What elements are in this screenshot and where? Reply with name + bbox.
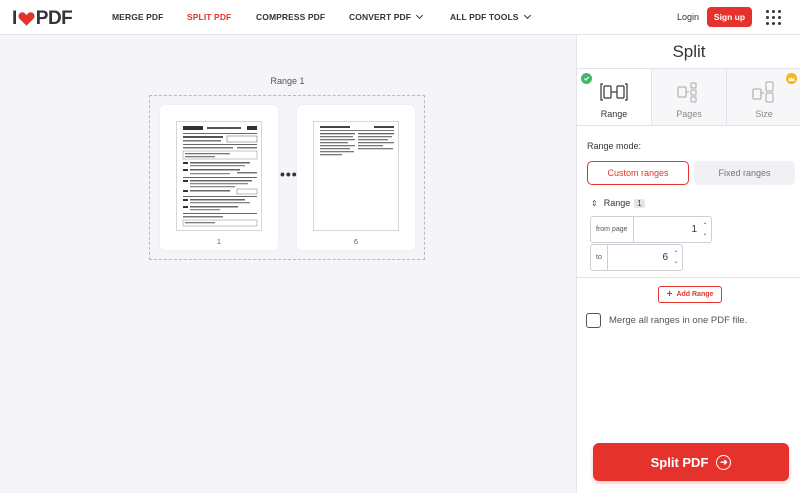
range-mode-label: Range mode: bbox=[587, 141, 642, 151]
to-page-field[interactable]: to 6 ⌃ ⌄ bbox=[590, 244, 683, 271]
nav-all-pdf-tools[interactable]: ALL PDF TOOLS bbox=[450, 11, 531, 22]
page-thumbnail bbox=[176, 121, 262, 231]
tab-pages-label: Pages bbox=[676, 109, 702, 119]
add-range-button[interactable]: + Add Range bbox=[658, 286, 722, 303]
from-page-label: from page bbox=[591, 217, 634, 242]
nav-split-pdf-label: SPLIT PDF bbox=[187, 12, 232, 22]
logo-text: PDF bbox=[35, 8, 73, 29]
range-title: Range 1 bbox=[270, 76, 305, 86]
page-card-first[interactable]: 1 bbox=[160, 105, 278, 250]
nav-all-pdf-tools-label: ALL PDF TOOLS bbox=[450, 12, 519, 22]
arrow-right-circle-icon: ➜ bbox=[716, 454, 732, 470]
to-page-label: to bbox=[591, 245, 608, 270]
divider bbox=[577, 277, 800, 278]
split-pdf-button[interactable]: Split PDF ➜ bbox=[593, 443, 789, 481]
from-page-field[interactable]: from page 1 ⌃ ⌄ bbox=[590, 216, 712, 243]
nav-merge-pdf-label: MERGE PDF bbox=[112, 12, 164, 22]
split-pdf-label: Split PDF bbox=[650, 454, 709, 470]
from-page-value[interactable]: 1 bbox=[634, 217, 701, 242]
stepper-icon[interactable]: ⌃ ⌄ bbox=[672, 245, 682, 270]
range-index-badge: 1 bbox=[634, 198, 645, 208]
logo-i-letter: I bbox=[12, 8, 17, 29]
nav-compress-pdf-label: COMPRESS PDF bbox=[256, 12, 326, 22]
page-number: 6 bbox=[353, 237, 359, 246]
sidebar-title: Split bbox=[672, 42, 706, 61]
tab-range[interactable]: Range bbox=[577, 69, 652, 125]
custom-ranges-button[interactable]: Custom ranges bbox=[587, 161, 689, 185]
heart-icon bbox=[18, 12, 35, 26]
page-card-last[interactable]: 6 bbox=[297, 105, 415, 250]
chevron-down-icon bbox=[415, 11, 424, 20]
nav-convert-pdf-label: CONVERT PDF bbox=[349, 12, 412, 22]
tab-size-label: Size bbox=[755, 109, 773, 119]
merge-ranges-option[interactable]: Merge all ranges in one PDF file. bbox=[586, 313, 747, 328]
check-icon bbox=[581, 73, 592, 84]
nav-split-pdf[interactable]: SPLIT PDF bbox=[187, 12, 231, 22]
signup-button[interactable]: Sign up bbox=[707, 7, 752, 27]
fixed-ranges-button[interactable]: Fixed ranges bbox=[694, 161, 795, 185]
page-number: 1 bbox=[216, 237, 222, 246]
page-thumbnail bbox=[313, 121, 399, 231]
merge-ranges-checkbox[interactable] bbox=[586, 313, 601, 328]
range-group: 1 ••• 6 bbox=[149, 95, 425, 260]
nav-merge-pdf[interactable]: MERGE PDF bbox=[112, 12, 163, 22]
crown-icon bbox=[786, 73, 797, 84]
stepper-icon[interactable]: ⌃ ⌄ bbox=[701, 217, 711, 242]
split-mode-tabs: Range Pages Size bbox=[577, 68, 800, 126]
plus-icon: + bbox=[666, 289, 673, 300]
range-header[interactable]: ⇕ Range 1 bbox=[591, 198, 645, 208]
collapse-toggle-icon[interactable]: ⇕ bbox=[591, 199, 598, 208]
ellipsis-separator: ••• bbox=[280, 166, 298, 182]
split-options-sidebar: Split Range Pages Size Range mode: Custo… bbox=[576, 35, 800, 493]
document-preview-icon bbox=[182, 126, 258, 227]
preview-workspace: Range 1 1 ••• 6 bbox=[0, 36, 576, 493]
login-link[interactable]: Login bbox=[677, 12, 699, 22]
add-range-label: Add Range bbox=[676, 291, 714, 298]
tab-range-label: Range bbox=[600, 109, 628, 119]
document-preview-icon bbox=[320, 126, 394, 156]
merge-ranges-label[interactable]: Merge all ranges in one PDF file. bbox=[609, 315, 747, 326]
apps-grid-icon[interactable] bbox=[766, 10, 781, 25]
range-label: Range bbox=[603, 198, 631, 208]
ilovepdf-logo[interactable]: I PDF bbox=[12, 8, 73, 30]
range-split-icon bbox=[600, 83, 628, 101]
tab-pages[interactable]: Pages bbox=[652, 69, 727, 125]
to-page-value[interactable]: 6 bbox=[608, 245, 672, 270]
size-split-icon bbox=[752, 81, 774, 103]
top-header: I PDF MERGE PDF SPLIT PDF COMPRESS PDF C… bbox=[0, 0, 800, 35]
nav-compress-pdf[interactable]: COMPRESS PDF bbox=[256, 12, 325, 22]
nav-convert-pdf[interactable]: CONVERT PDF bbox=[349, 11, 424, 22]
chevron-down-icon bbox=[523, 11, 531, 20]
tab-size[interactable]: Size bbox=[727, 69, 800, 125]
pages-split-icon bbox=[677, 82, 697, 103]
